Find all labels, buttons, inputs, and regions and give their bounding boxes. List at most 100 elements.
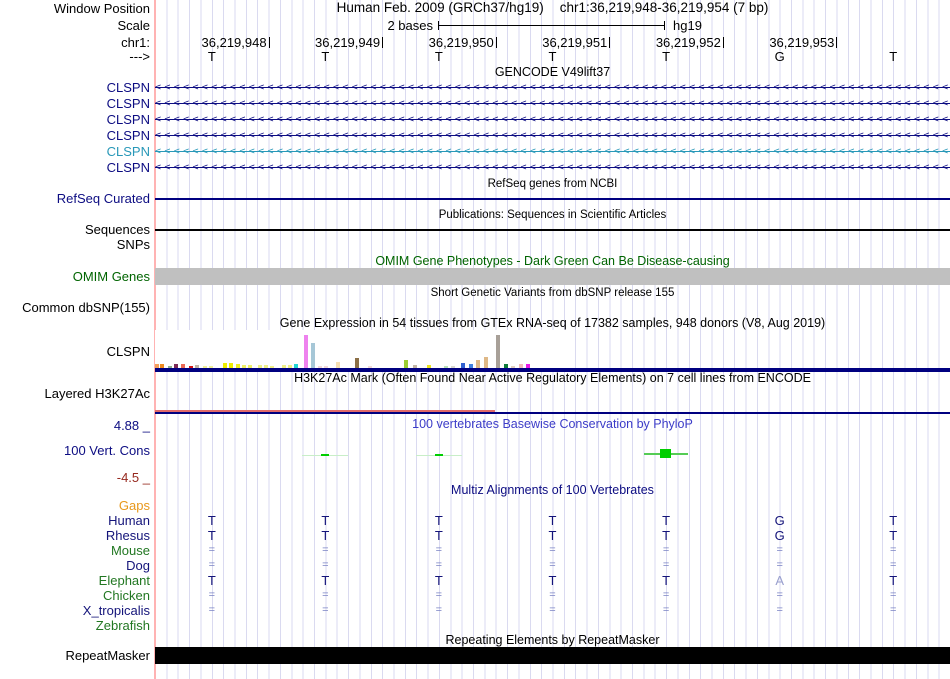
gtex-tissue-bar[interactable]	[484, 357, 488, 368]
window-position-value: Human Feb. 2009 (GRCh37/hg19) chr1:36,219…	[155, 0, 950, 15]
phylop-score-block[interactable]	[660, 449, 672, 458]
transcript-row[interactable]: <<<<<<<<<<<<<<<<<<<<<<<<<<<<<<<<<<<<<<<<…	[155, 113, 950, 126]
gene-label[interactable]: CLSPN	[0, 81, 150, 94]
position-range: chr1:36,219,948-36,219,954 (7 bp)	[559, 0, 769, 15]
transcript-row[interactable]: <<<<<<<<<<<<<<<<<<<<<<<<<<<<<<<<<<<<<<<<…	[155, 145, 950, 158]
publications-track-title[interactable]: Publications: Sequences in Scientific Ar…	[155, 209, 950, 222]
alignment-base: =	[776, 559, 783, 571]
publications-item-bar[interactable]	[155, 229, 950, 231]
alignment-base: T	[889, 513, 898, 528]
alignment-base: =	[322, 559, 329, 571]
gtex-plot-background	[155, 330, 568, 368]
dbsnp-track-title[interactable]: Short Genetic Variants from dbSNP releas…	[155, 287, 950, 300]
phylop-score-dash[interactable]	[321, 454, 330, 456]
transcript-row[interactable]: <<<<<<<<<<<<<<<<<<<<<<<<<<<<<<<<<<<<<<<<…	[155, 129, 950, 142]
refseq-track-title[interactable]: RefSeq genes from NCBI	[155, 178, 950, 191]
phylop-min-label: -4.5 _	[116, 470, 150, 485]
h3k27ac-track-title[interactable]: H3K27Ac Mark (Often Found Near Active Re…	[155, 372, 950, 385]
species-label[interactable]: Gaps	[0, 499, 150, 512]
alignment-base: =	[776, 604, 783, 616]
transcript-row[interactable]: <<<<<<<<<<<<<<<<<<<<<<<<<<<<<<<<<<<<<<<<…	[155, 161, 950, 174]
omim-gene-bar[interactable]	[155, 268, 950, 285]
gtex-tissue-bar[interactable]	[304, 335, 308, 368]
transcript-row[interactable]: <<<<<<<<<<<<<<<<<<<<<<<<<<<<<<<<<<<<<<<<…	[155, 97, 950, 110]
gene-label[interactable]: CLSPN	[0, 145, 150, 158]
h3k27ac-signal-red[interactable]	[155, 410, 495, 412]
alignment-base: =	[435, 604, 443, 616]
gtex-tissue-bar[interactable]	[496, 335, 500, 368]
species-label[interactable]: Dog	[0, 559, 150, 572]
repeatmasker-label[interactable]: RepeatMasker	[0, 649, 150, 662]
gtex-tissue-bar[interactable]	[355, 358, 359, 368]
species-label[interactable]: Chicken	[0, 589, 150, 602]
gene-label[interactable]: CLSPN	[0, 97, 150, 110]
assembly-name: Human Feb. 2009 (GRCh37/hg19)	[336, 0, 544, 15]
phylop-label[interactable]: 100 Vert. Cons	[0, 444, 150, 457]
species-label[interactable]: X_tropicalis	[0, 604, 150, 617]
transcript-row[interactable]: <<<<<<<<<<<<<<<<<<<<<<<<<<<<<<<<<<<<<<<<…	[155, 81, 950, 94]
gtex-track-title[interactable]: Gene Expression in 54 tissues from GTEx …	[155, 317, 950, 330]
alignment-base: =	[662, 544, 670, 556]
gene-label[interactable]: CLSPN	[0, 113, 150, 126]
alignment-base: =	[208, 559, 216, 571]
scale-bar	[438, 25, 665, 26]
alignment-base: T	[207, 573, 216, 588]
alignment-base: =	[776, 544, 783, 556]
species-label[interactable]: Rhesus	[0, 529, 150, 542]
repeatmasker-track-title[interactable]: Repeating Elements by RepeatMasker	[155, 634, 950, 647]
reverse-strand-arrows: <<<<<<<<<<<<<<<<<<<<<<<<<<<<<<<<<<<<<<<<…	[155, 162, 950, 173]
alignment-base: T	[548, 513, 557, 528]
reverse-strand-arrows: <<<<<<<<<<<<<<<<<<<<<<<<<<<<<<<<<<<<<<<<…	[155, 146, 950, 157]
alignment-base: =	[208, 544, 216, 556]
sequence-base: T	[889, 49, 898, 64]
alignment-base: =	[208, 604, 216, 616]
ruler-tick	[609, 37, 611, 48]
ruler-tick	[268, 37, 270, 48]
sequence-base: T	[662, 49, 671, 64]
species-label[interactable]: Zebrafish	[0, 619, 150, 632]
sequence-base: T	[434, 49, 443, 64]
h3k27ac-label[interactable]: Layered H3K27Ac	[0, 387, 150, 400]
gtex-tissue-bar[interactable]	[404, 360, 408, 368]
chrom-label: chr1:	[121, 35, 150, 50]
alignment-base: =	[435, 559, 443, 571]
repeatmasker-element-bar[interactable]	[155, 647, 950, 664]
h3k27ac-signal-navy[interactable]	[155, 412, 950, 414]
alignment-base: T	[321, 513, 330, 528]
sequence-base: T	[548, 49, 557, 64]
alignment-base: =	[435, 589, 443, 601]
gtex-tissue-bar[interactable]	[476, 360, 480, 368]
ruler-tick	[722, 37, 724, 48]
scale-value: 2 bases	[387, 18, 433, 33]
snps-label[interactable]: SNPs	[0, 238, 150, 251]
phylop-track-title[interactable]: 100 vertebrates Basewise Conservation by…	[155, 418, 950, 431]
refseq-curated-label[interactable]: RefSeq Curated	[0, 192, 150, 205]
alignment-base: =	[322, 604, 329, 616]
gtex-tissue-bar[interactable]	[311, 343, 315, 368]
alignment-base: =	[549, 559, 556, 571]
multiz-track-title[interactable]: Multiz Alignments of 100 Vertebrates	[155, 484, 950, 497]
gtex-gene-label[interactable]: CLSPN	[0, 345, 150, 358]
window-position-label: Window Position	[53, 1, 150, 16]
omim-genes-label[interactable]: OMIM Genes	[0, 270, 150, 283]
alignment-base: =	[322, 544, 329, 556]
species-label[interactable]: Elephant	[0, 574, 150, 587]
gene-label[interactable]: CLSPN	[0, 161, 150, 174]
alignment-base: =	[889, 589, 897, 601]
gencode-track-title[interactable]: GENCODE V49lift37	[155, 66, 950, 79]
phylop-score-dash[interactable]	[434, 454, 443, 456]
species-label[interactable]: Mouse	[0, 544, 150, 557]
gene-label[interactable]: CLSPN	[0, 129, 150, 142]
sequences-label[interactable]: Sequences	[0, 223, 150, 236]
alignment-base: =	[208, 589, 216, 601]
alignment-base: =	[889, 559, 897, 571]
omim-track-title[interactable]: OMIM Gene Phenotypes - Dark Green Can Be…	[155, 255, 950, 268]
sequence-base: T	[207, 49, 216, 64]
dbsnp-label[interactable]: Common dbSNP(155)	[0, 301, 150, 314]
alignment-base: T	[889, 528, 898, 543]
sequence-base: G	[774, 49, 785, 64]
alignment-base: T	[434, 513, 443, 528]
species-label[interactable]: Human	[0, 514, 150, 527]
alignment-base: =	[662, 589, 670, 601]
refseq-gene-bar[interactable]	[155, 198, 950, 200]
